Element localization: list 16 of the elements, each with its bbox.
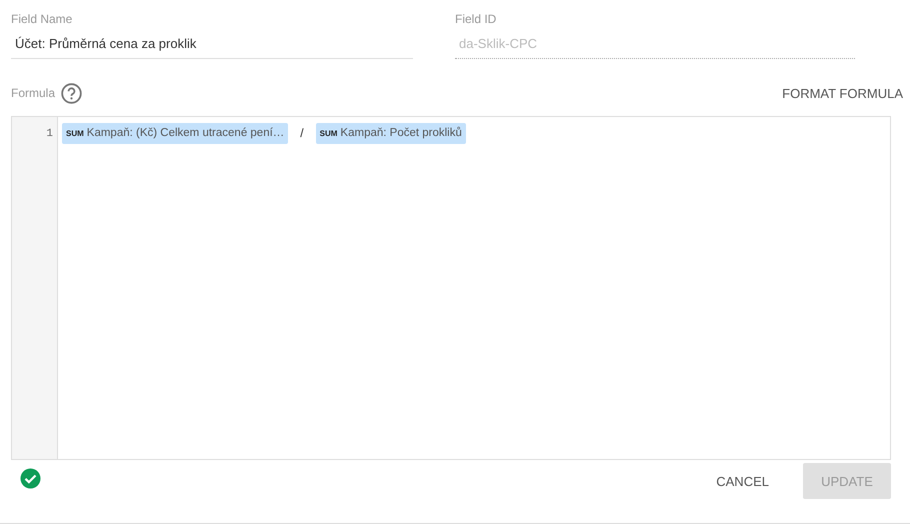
- field-chip[interactable]: SUM Kampaň: Počet prokliků: [316, 122, 466, 144]
- field-chip-label: Kampaň: (Kč) Celkem utracené pení…: [86, 127, 284, 139]
- aggregation-tag: SUM: [320, 128, 338, 138]
- text-field[interactable]: Účet: Průměrná cena za proklik: [11, 28, 413, 59]
- field-label: Field Name: [11, 12, 74, 27]
- formula-editor[interactable]: 1 SUM Kampaň: (Kč) Celkem utracené pení… / SUM Kampaň: Počet prokliků: [11, 116, 891, 460]
- aggregation-tag: SUM: [66, 128, 84, 138]
- field-chip-label: Kampaň: Počet prokliků: [340, 127, 462, 139]
- formula-label: Formula: [11, 86, 56, 100]
- help-icon[interactable]: [61, 82, 82, 104]
- field-chip[interactable]: SUM Kampaň: (Kč) Celkem utracené pení…: [62, 122, 288, 144]
- line-number: 1: [45, 127, 54, 142]
- field-label: Field ID: [455, 12, 498, 27]
- format-formula-button[interactable]: FORMAT FORMULA: [774, 82, 903, 104]
- cancel-button[interactable]: CANCEL: [698, 463, 787, 499]
- operator: /: [299, 126, 305, 140]
